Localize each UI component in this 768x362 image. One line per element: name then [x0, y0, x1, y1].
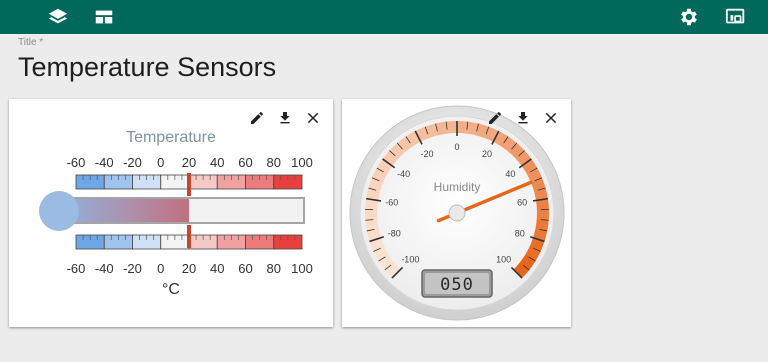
title-field-label: Title *	[18, 37, 44, 48]
thermometer-scale-label-bottom: 0	[157, 261, 164, 276]
gauge-scale-label: -60	[385, 198, 398, 208]
thermometer-scale-label-top: 60	[238, 155, 252, 170]
thermometer-scale-label-bottom: 80	[267, 261, 281, 276]
thermometer-unit: °C	[162, 281, 180, 298]
top-toolbar	[0, 0, 768, 34]
dashboard-icon[interactable]	[93, 6, 115, 28]
temperature-widget-card: Temperature -60 -40 -20 0 20 40 60 80 100 -60 -40…	[9, 99, 333, 327]
close-icon[interactable]	[543, 110, 559, 126]
layers-icon[interactable]	[47, 6, 69, 28]
download-icon[interactable]	[277, 110, 293, 126]
thermometer-scale-label-top: -40	[95, 155, 114, 170]
thermometer-scale-label-bottom: 100	[291, 261, 313, 276]
edit-icon[interactable]	[487, 110, 503, 126]
gauge-scale-label: 80	[515, 228, 525, 238]
edit-icon[interactable]	[249, 110, 265, 126]
gauge-scale-label: 100	[496, 255, 511, 265]
thermometer-scale-label-bottom: 40	[210, 261, 224, 276]
gauge-scale-label: -20	[421, 149, 434, 159]
thermometer-scale-label-top: -60	[67, 155, 86, 170]
humidity-gauge-widget: -100 -80 -60 -40 -20 0 20 40 60 80 100 Humidity 05…	[349, 105, 565, 321]
download-icon[interactable]	[515, 110, 531, 126]
thermometer-scale-label-top: 80	[267, 155, 281, 170]
gauge-label: Humidity	[434, 180, 481, 194]
thermometer-scale-label-top: 40	[210, 155, 224, 170]
gauge-hub	[448, 204, 466, 222]
gauge-scale-label: -40	[397, 169, 410, 179]
gauge-scale-label: -100	[401, 255, 419, 265]
thermometer-widget: Temperature -60 -40 -20 0 20 40 60 80 100 -60 -40…	[39, 129, 313, 298]
thermometer-bulb	[39, 191, 79, 231]
thermometer-scale-label-top: 0	[157, 155, 164, 170]
thermometer-value-marker	[187, 225, 191, 248]
display-icon[interactable]	[725, 6, 747, 28]
humidity-widget-card: -100 -80 -60 -40 -20 0 20 40 60 80 100 Humidity 05…	[342, 99, 571, 327]
page-title[interactable]: Temperature Sensors	[18, 52, 276, 83]
gauge-display-value: 050	[440, 275, 474, 295]
gauge-scale-label: 60	[517, 198, 527, 208]
gauge-scale-label: 0	[454, 142, 459, 152]
gauge-scale-label: 20	[482, 149, 492, 159]
thermometer-value-marker	[187, 173, 191, 196]
thermometer-label: Temperature	[126, 129, 216, 146]
thermometer-scale-label-bottom: -40	[95, 261, 114, 276]
thermometer-scale-label-bottom: 60	[238, 261, 252, 276]
thermometer-scale-label-top: -20	[123, 155, 142, 170]
gear-icon[interactable]	[678, 6, 700, 28]
thermometer-scale-label-top: 20	[182, 155, 196, 170]
thermometer-scale-label-bottom: -20	[123, 261, 142, 276]
close-icon[interactable]	[305, 110, 321, 126]
gauge-scale-label: 40	[505, 169, 515, 179]
gauge-scale-label: -80	[388, 228, 401, 238]
thermometer-scale-label-bottom: -60	[67, 261, 86, 276]
thermometer-scale-label-bottom: 20	[182, 261, 196, 276]
thermometer-scale-label-top: 100	[291, 155, 313, 170]
